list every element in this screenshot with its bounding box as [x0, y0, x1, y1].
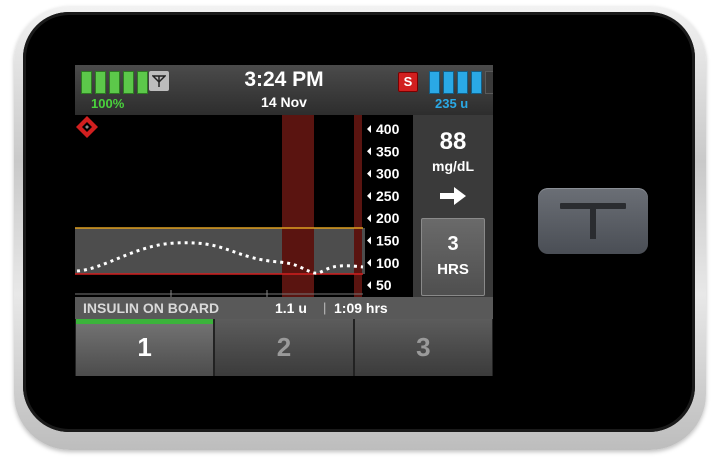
t-logo-stem — [590, 203, 596, 239]
y-tick-marker — [367, 147, 371, 156]
y-tick-label: 400 — [376, 121, 400, 137]
cgm-sensor-icon — [76, 116, 98, 138]
timeframe-number: 3 — [447, 233, 459, 255]
screen-on-button[interactable] — [538, 188, 648, 254]
y-tick-marker — [367, 191, 371, 200]
insulin-cartridge-icon — [429, 71, 493, 94]
y-tick-marker — [367, 281, 371, 290]
tab-1[interactable]: 1 — [75, 319, 215, 376]
status-bar[interactable]: 100% 3:24 PM 14 Nov S 235 u — [75, 65, 493, 115]
tab-3[interactable]: 3 — [353, 319, 493, 376]
y-tick-marker — [367, 236, 371, 245]
y-tick-marker — [367, 214, 371, 223]
y-tick-marker — [367, 125, 371, 133]
tab-label: 3 — [416, 332, 431, 362]
tab-bar: 1 2 3 — [75, 319, 493, 376]
pump-screen: 100% 3:24 PM 14 Nov S 235 u 400 350 300 250… — [75, 65, 493, 376]
active-tab-indicator — [76, 319, 214, 324]
iob-label: INSULIN ON BOARD — [83, 300, 220, 316]
y-tick-label: 200 — [376, 210, 400, 226]
tab-label: 1 — [137, 332, 152, 362]
y-tick-marker — [367, 169, 371, 178]
y-tick-label: 150 — [376, 233, 400, 249]
bg-value: 88 — [439, 128, 467, 155]
iob-units: 1.1 u — [275, 300, 307, 316]
y-tick-marker — [367, 258, 371, 267]
arrow-right-icon — [440, 187, 466, 205]
iob-separator: | — [323, 300, 327, 315]
bg-unit: mg/dL — [432, 158, 474, 174]
graph-timeframe-button[interactable]: 3 HRS — [421, 218, 485, 296]
tab-2[interactable]: 2 — [214, 319, 354, 376]
y-tick-label: 300 — [376, 166, 400, 182]
cgm-graph: 400 350 300 250 200 150 100 50 — [75, 115, 413, 297]
y-tick-label: 50 — [376, 277, 392, 293]
tab-label: 2 — [276, 332, 292, 362]
y-tick-label: 350 — [376, 143, 400, 159]
alert-badge: S — [398, 72, 418, 92]
clock-date: 14 Nov — [261, 94, 307, 110]
bg-readout-panel: 88 mg/dL 3 HRS — [413, 115, 493, 297]
timeframe-label: HRS — [437, 261, 469, 278]
y-tick-label: 250 — [376, 188, 400, 204]
insulin-on-board-bar: INSULIN ON BOARD 1.1 u | 1:09 hrs — [75, 297, 493, 319]
insulin-units: 235 u — [435, 96, 469, 111]
iob-time: 1:09 hrs — [334, 300, 388, 316]
y-tick-label: 100 — [376, 255, 400, 271]
